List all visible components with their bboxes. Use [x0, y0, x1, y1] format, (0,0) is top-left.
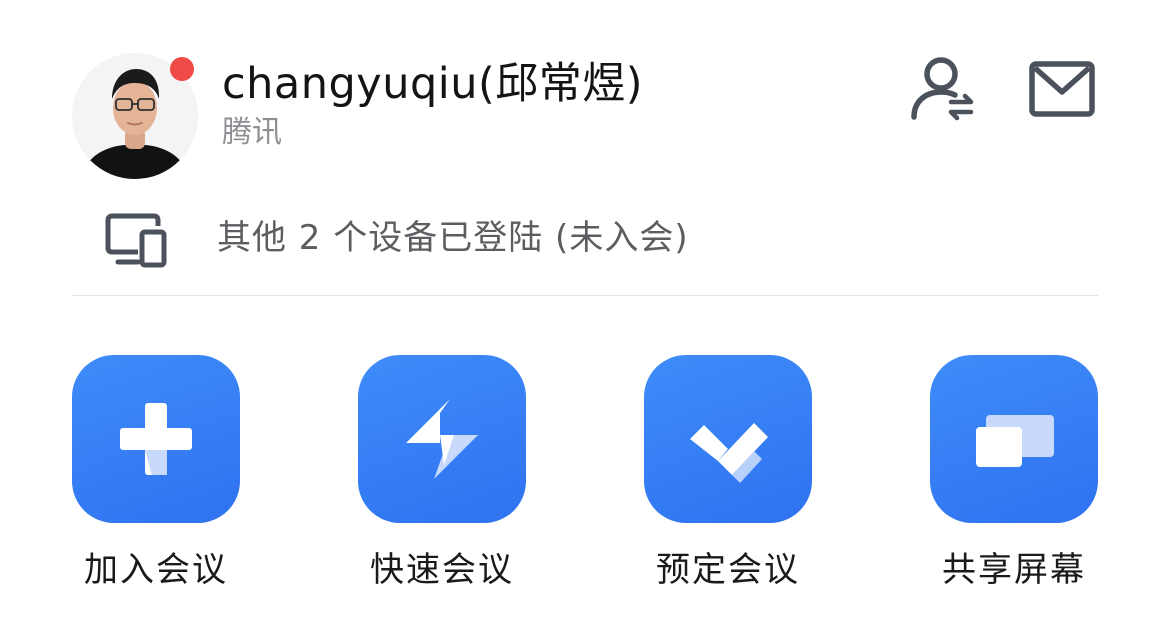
quick-meeting-label[interactable]: 快速会议 [342, 544, 542, 596]
status-dot [170, 57, 194, 81]
devices-icon [105, 213, 167, 268]
other-devices-status[interactable]: 其他 2 个设备已登陆 (未入会) [217, 214, 689, 262]
schedule-meeting-label[interactable]: 预定会议 [628, 544, 828, 596]
share-screen-button[interactable] [930, 355, 1098, 523]
join-meeting-label[interactable]: 加入会议 [56, 544, 256, 596]
share-screen-icon [976, 415, 1054, 467]
join-meeting-button[interactable] [72, 355, 240, 523]
plus-icon [120, 403, 192, 475]
organization-name: 腾讯 [222, 115, 282, 150]
switch-account-icon[interactable] [907, 55, 977, 125]
quick-meeting-button[interactable] [358, 355, 526, 523]
meeting-home: changyuqiu(邱常煜) 腾讯 其他 2 个设备已登陆 (未入会) 加入会… [0, 0, 1170, 621]
checkmark-icon [690, 423, 768, 483]
lightning-icon [406, 399, 478, 479]
mail-icon[interactable] [1028, 60, 1096, 118]
schedule-meeting-button[interactable] [644, 355, 812, 523]
user-name: changyuqiu(邱常煜) [222, 59, 644, 109]
divider [72, 295, 1098, 296]
share-screen-label[interactable]: 共享屏幕 [914, 544, 1114, 596]
